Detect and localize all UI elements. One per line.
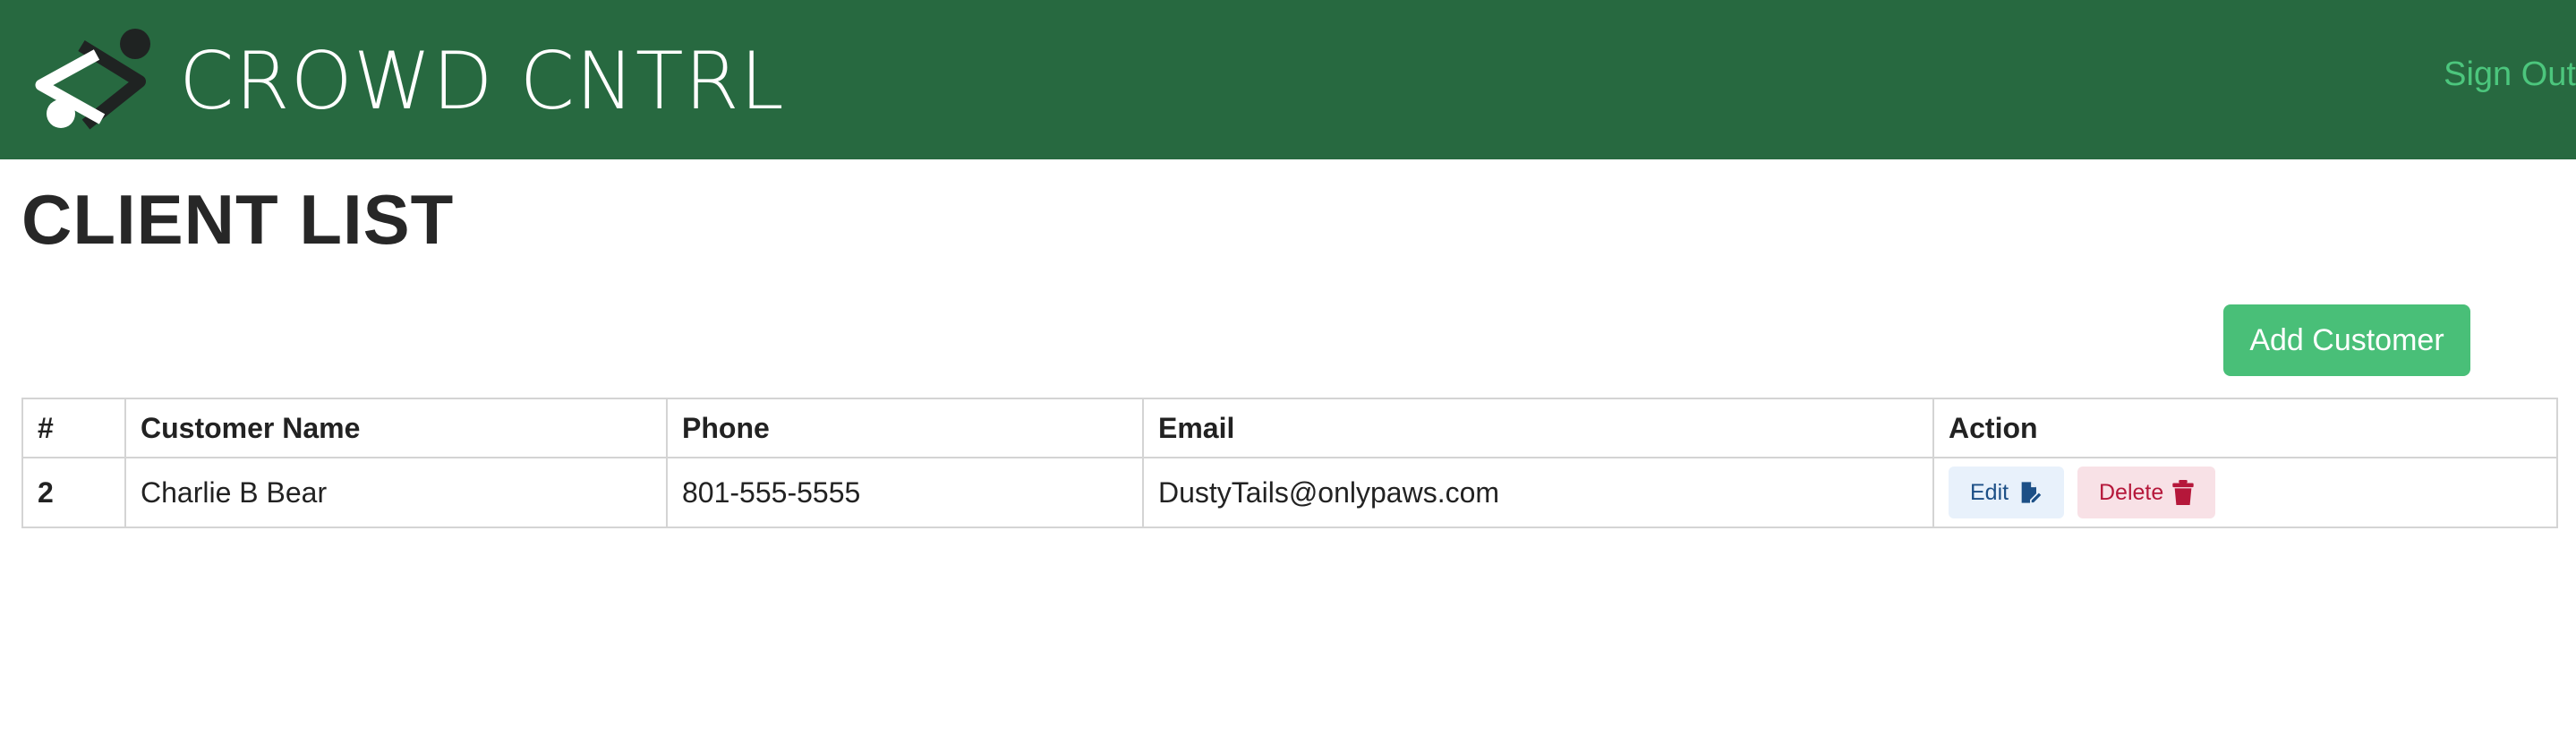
add-customer-button[interactable]: Add Customer xyxy=(2223,304,2470,376)
file-pen-icon xyxy=(2021,482,2042,503)
delete-label: Delete xyxy=(2098,479,2164,505)
cell-customer-name: Charlie B Bear xyxy=(124,457,668,528)
column-header-phone: Phone xyxy=(666,398,1144,458)
table-row: 2 Charlie B Bear 801-555-5555 DustyTails… xyxy=(21,457,2558,528)
trash-icon xyxy=(2172,480,2194,505)
sign-out-link[interactable]: Sign Out xyxy=(2415,56,2576,94)
cell-action: Edit Delete xyxy=(1932,457,2558,528)
cell-email: DustyTails@onlypaws.com xyxy=(1142,457,1934,528)
cell-number: 2 xyxy=(21,457,126,528)
edit-button[interactable]: Edit xyxy=(1949,467,2065,518)
column-header-number: # xyxy=(21,398,126,458)
column-header-email: Email xyxy=(1142,398,1934,458)
column-header-customer-name: Customer Name xyxy=(124,398,668,458)
brand-name: CROWD CNTRL xyxy=(179,34,785,127)
column-header-action: Action xyxy=(1932,398,2558,458)
crowd-cntrl-logo-icon xyxy=(35,29,150,130)
delete-button[interactable]: Delete xyxy=(2077,467,2216,518)
edit-label: Edit xyxy=(1970,479,2009,505)
client-table: # Customer Name Phone Email Action 2 Cha… xyxy=(21,398,2558,528)
page-title: CLIENT LIST xyxy=(21,180,455,259)
cell-phone: 801-555-5555 xyxy=(666,457,1144,528)
table-header-row: # Customer Name Phone Email Action xyxy=(21,398,2558,458)
navbar: CROWD CNTRL Sign Out xyxy=(0,0,2576,159)
brand[interactable]: CROWD CNTRL xyxy=(32,18,785,143)
